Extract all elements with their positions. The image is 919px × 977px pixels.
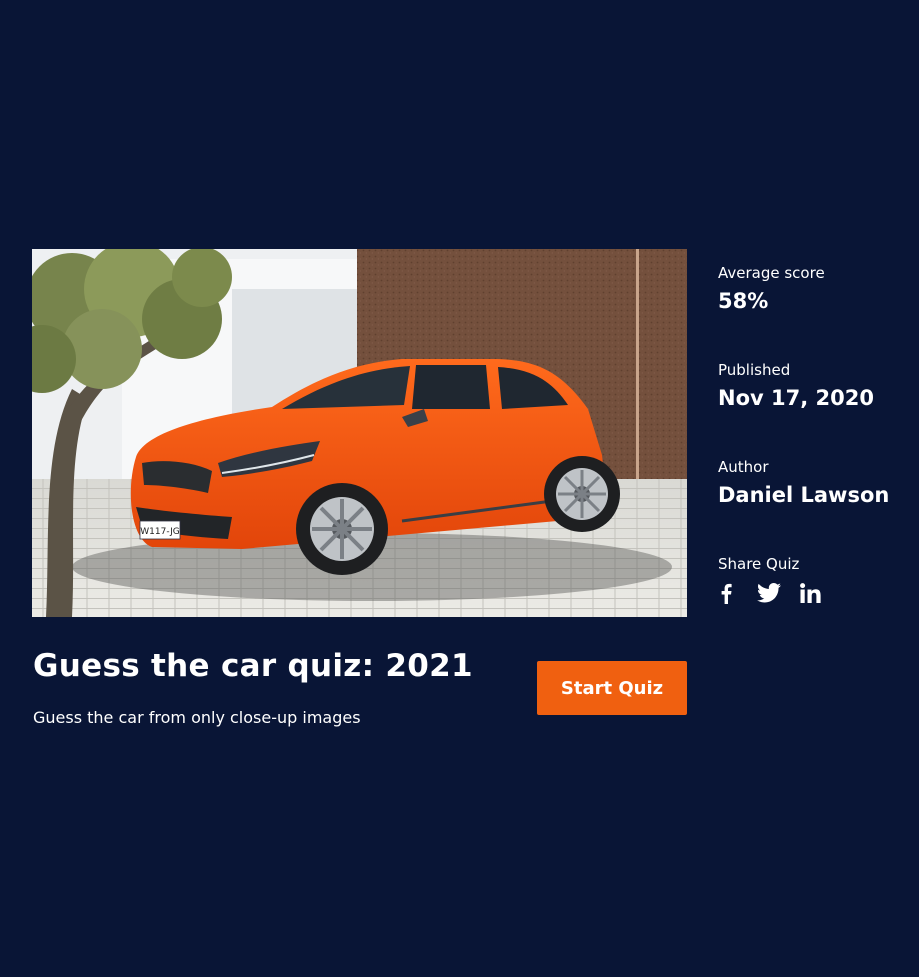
share-label: Share Quiz <box>718 555 800 573</box>
average-score-value: 58% <box>718 289 769 313</box>
author-section: Author Daniel Lawson <box>718 458 913 507</box>
published-section: Published Nov 17, 2020 <box>718 361 913 410</box>
svg-text:W117-JG: W117-JG <box>140 527 179 537</box>
published-label: Published <box>718 361 791 379</box>
start-quiz-button[interactable]: Start Quiz <box>537 661 687 715</box>
quiz-description: Guess the car from only close-up images <box>33 708 361 727</box>
facebook-icon[interactable] <box>718 582 734 604</box>
linkedin-icon[interactable] <box>798 582 822 604</box>
twitter-icon[interactable] <box>756 582 782 604</box>
average-score-label: Average score <box>718 264 825 282</box>
author-name: Daniel Lawson <box>718 483 890 507</box>
share-icons <box>718 582 913 604</box>
published-date: Nov 17, 2020 <box>718 386 874 410</box>
share-section: Share Quiz <box>718 555 913 604</box>
author-label: Author <box>718 458 769 476</box>
quiz-title: Guess the car quiz: 2021 <box>33 648 473 684</box>
quiz-cover-image: W117-JG <box>32 249 687 617</box>
average-score-section: Average score 58% <box>718 264 913 313</box>
